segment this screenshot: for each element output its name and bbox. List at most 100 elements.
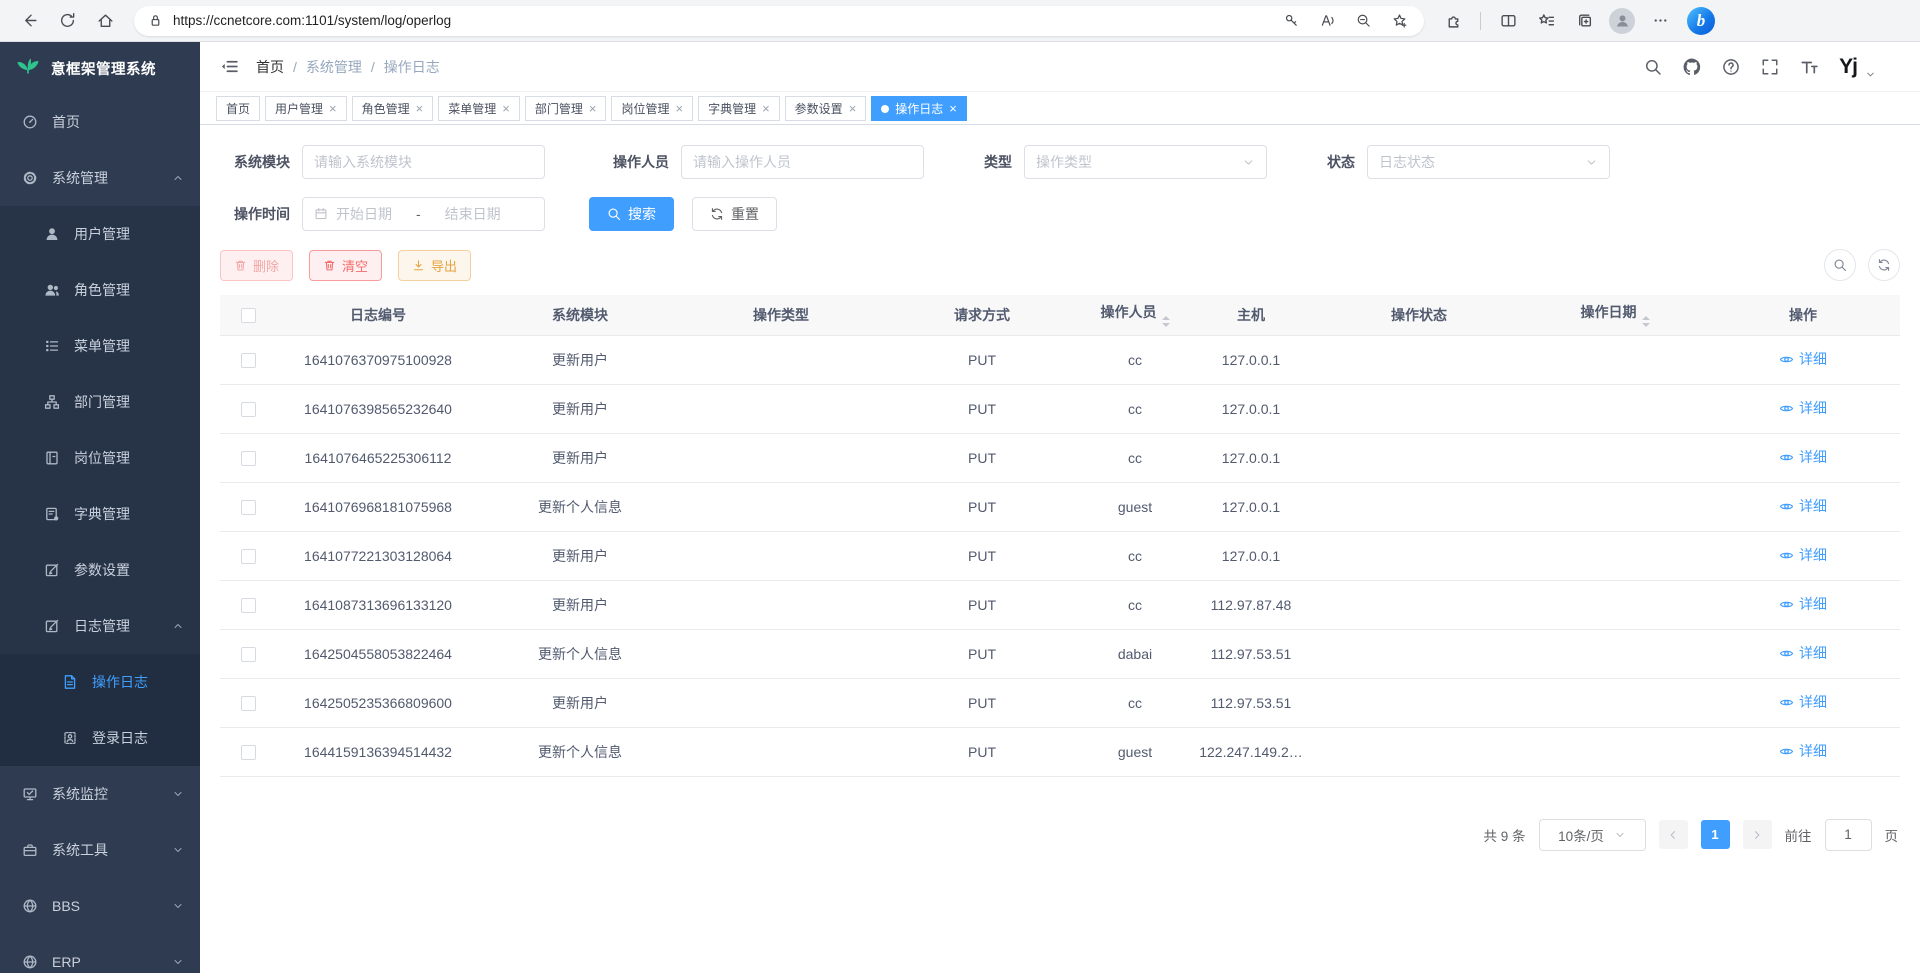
- refresh-table-button[interactable]: [1868, 249, 1900, 281]
- extensions-icon[interactable]: [1436, 6, 1470, 36]
- detail-link[interactable]: 详细: [1779, 447, 1827, 467]
- breadcrumb-system[interactable]: 系统管理: [306, 57, 362, 77]
- sidebar-item-system[interactable]: 系统管理: [0, 150, 200, 206]
- github-icon[interactable]: [1683, 58, 1701, 76]
- detail-link[interactable]: 详细: [1779, 594, 1827, 614]
- detail-link[interactable]: 详细: [1779, 692, 1827, 712]
- tab-home[interactable]: 首页: [216, 96, 260, 121]
- tab-role[interactable]: 角色管理×: [352, 96, 434, 121]
- tab-param[interactable]: 参数设置×: [785, 96, 867, 121]
- close-icon[interactable]: ×: [416, 102, 424, 115]
- row-checkbox[interactable]: [241, 451, 256, 466]
- close-icon[interactable]: ×: [329, 102, 337, 115]
- goto-page-input[interactable]: 1: [1825, 819, 1872, 851]
- row-checkbox[interactable]: [241, 353, 256, 368]
- tab-dept[interactable]: 部门管理×: [525, 96, 607, 121]
- next-page-button[interactable]: [1743, 820, 1772, 849]
- browser-back-button[interactable]: [12, 6, 46, 36]
- sort-carets-icon[interactable]: [1162, 316, 1170, 327]
- select-all-checkbox[interactable]: [241, 308, 256, 323]
- detail-link[interactable]: 详细: [1779, 643, 1827, 663]
- address-bar[interactable]: https://ccnetcore.com:1101/system/log/op…: [134, 6, 1424, 36]
- row-checkbox[interactable]: [241, 500, 256, 515]
- row-checkbox[interactable]: [241, 598, 256, 613]
- row-checkbox[interactable]: [241, 745, 256, 760]
- page-number-button[interactable]: 1: [1701, 820, 1730, 849]
- row-checkbox[interactable]: [241, 647, 256, 662]
- module-input[interactable]: 请输入系统模块: [302, 145, 545, 179]
- detail-link[interactable]: 详细: [1779, 496, 1827, 516]
- tab-operlog[interactable]: 操作日志×: [871, 96, 967, 121]
- column-header-operator[interactable]: 操作人员: [1082, 295, 1188, 335]
- row-checkbox[interactable]: [241, 696, 256, 711]
- sidebar-toggle-icon[interactable]: [220, 58, 239, 75]
- close-icon[interactable]: ×: [762, 102, 770, 115]
- browser-menu-icon[interactable]: [1643, 6, 1677, 36]
- user-logo[interactable]: Yj: [1839, 55, 1857, 79]
- tab-post[interactable]: 岗位管理×: [611, 96, 693, 121]
- sidebar-item-users[interactable]: 用户管理: [0, 206, 200, 262]
- font-size-icon[interactable]: [1800, 58, 1818, 76]
- url-text[interactable]: https://ccnetcore.com:1101/system/log/op…: [173, 13, 1264, 28]
- bing-chat-icon[interactable]: b: [1687, 7, 1715, 35]
- cell-text: 127.0.0.1: [1222, 401, 1280, 417]
- sidebar-item-roles[interactable]: 角色管理: [0, 262, 200, 318]
- detail-link[interactable]: 详细: [1779, 398, 1827, 418]
- sidebar-item-monitor[interactable]: 系统监控: [0, 766, 200, 822]
- sidebar-item-menus[interactable]: 菜单管理: [0, 318, 200, 374]
- favorites-icon[interactable]: [1529, 6, 1563, 36]
- column-header-date[interactable]: 操作日期: [1524, 295, 1706, 335]
- type-select[interactable]: 操作类型: [1024, 145, 1267, 179]
- help-icon[interactable]: [1722, 58, 1740, 76]
- delete-button[interactable]: 删除: [220, 250, 293, 281]
- detail-link[interactable]: 详细: [1779, 349, 1827, 369]
- sidebar-item-dicts[interactable]: 字典管理: [0, 486, 200, 542]
- operator-input[interactable]: 请输入操作人员: [681, 145, 924, 179]
- sidebar-item-logs[interactable]: 日志管理: [0, 598, 200, 654]
- browser-home-button[interactable]: [88, 6, 122, 36]
- header-search-icon[interactable]: [1644, 58, 1662, 76]
- row-checkbox[interactable]: [241, 549, 256, 564]
- sidebar-item-posts[interactable]: 岗位管理: [0, 430, 200, 486]
- tab-menu[interactable]: 菜单管理×: [438, 96, 520, 121]
- sidebar-item-loginlog[interactable]: 登录日志: [0, 710, 200, 766]
- page-size-select[interactable]: 10条/页: [1539, 819, 1646, 851]
- export-button[interactable]: 导出: [398, 250, 471, 281]
- favorite-add-icon[interactable]: [1382, 6, 1416, 36]
- clear-button[interactable]: 清空: [309, 250, 382, 281]
- status-select[interactable]: 日志状态: [1367, 145, 1610, 179]
- prev-page-button[interactable]: [1659, 820, 1688, 849]
- detail-link[interactable]: 详细: [1779, 545, 1827, 565]
- close-icon[interactable]: ×: [589, 102, 597, 115]
- sort-carets-icon[interactable]: [1642, 316, 1650, 327]
- detail-link[interactable]: 详细: [1779, 741, 1827, 761]
- sidebar-item-tools[interactable]: 系统工具: [0, 822, 200, 878]
- sidebar-item-operlog[interactable]: 操作日志: [0, 654, 200, 710]
- tab-user[interactable]: 用户管理×: [265, 96, 347, 121]
- read-aloud-icon[interactable]: [1310, 6, 1344, 36]
- browser-reload-button[interactable]: [50, 6, 84, 36]
- split-screen-icon[interactable]: [1491, 6, 1525, 36]
- zoom-out-icon[interactable]: [1346, 6, 1380, 36]
- close-icon[interactable]: ×: [675, 102, 683, 115]
- sidebar-item-bbs[interactable]: BBS: [0, 878, 200, 934]
- collections-icon[interactable]: [1567, 6, 1601, 36]
- close-icon[interactable]: ×: [502, 102, 510, 115]
- toggle-search-button[interactable]: [1824, 249, 1856, 281]
- reset-button[interactable]: 重置: [692, 197, 777, 231]
- sidebar-item-erp[interactable]: ERP: [0, 934, 200, 973]
- row-checkbox[interactable]: [241, 402, 256, 417]
- breadcrumb-home[interactable]: 首页: [256, 57, 284, 77]
- search-button[interactable]: 搜索: [589, 197, 674, 231]
- sidebar-item-params[interactable]: 参数设置: [0, 542, 200, 598]
- sidebar-item-depts[interactable]: 部门管理: [0, 374, 200, 430]
- tab-dict[interactable]: 字典管理×: [698, 96, 780, 121]
- fullscreen-icon[interactable]: [1761, 58, 1779, 76]
- sidebar-item-home[interactable]: 首页: [0, 94, 200, 150]
- password-key-icon[interactable]: [1274, 6, 1308, 36]
- date-range-input[interactable]: 开始日期 - 结束日期: [302, 197, 545, 231]
- browser-profile-avatar[interactable]: [1609, 8, 1635, 34]
- close-icon[interactable]: ×: [849, 102, 857, 115]
- close-icon[interactable]: ×: [949, 102, 957, 115]
- chevron-down-icon[interactable]: [1865, 69, 1876, 80]
